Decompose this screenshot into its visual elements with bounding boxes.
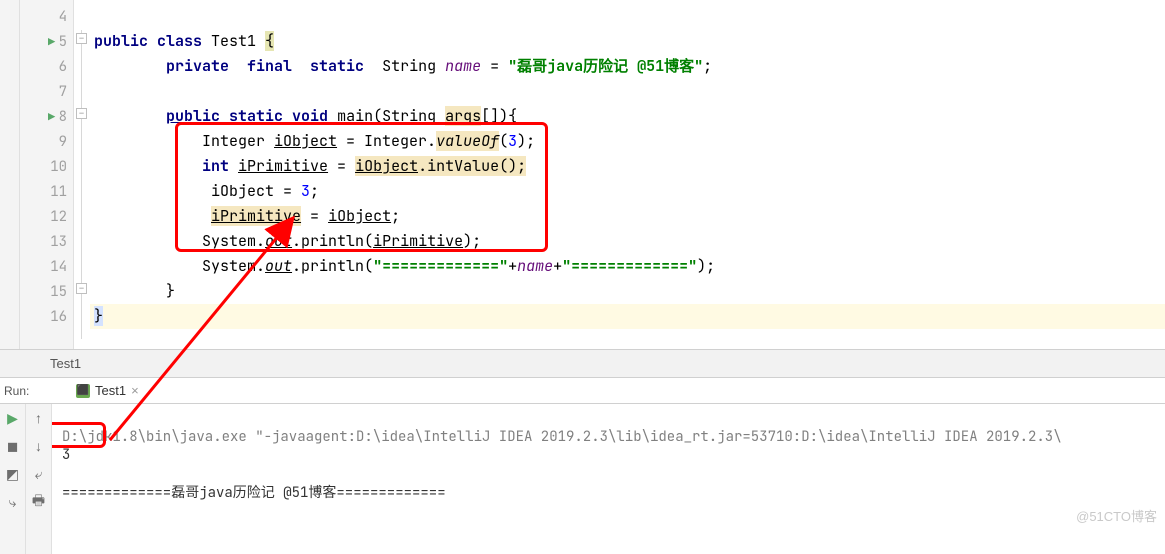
- line-number: 10: [50, 158, 67, 176]
- code-line: [90, 4, 1165, 29]
- wrap-button[interactable]: ⤶: [29, 464, 49, 484]
- fold-strip[interactable]: − − −: [74, 0, 90, 349]
- line-number: 12: [50, 208, 67, 226]
- line-number: 15: [50, 283, 67, 301]
- fold-toggle-icon[interactable]: −: [76, 108, 87, 119]
- line-number: 8: [59, 108, 67, 126]
- code-line: System.out.println(iPrimitive);: [90, 229, 1165, 254]
- run-config-tab[interactable]: ⬛ Test1 ×: [70, 381, 145, 400]
- line-number: 9: [59, 133, 67, 151]
- left-tool-strip: [0, 0, 20, 349]
- code-line: iPrimitive = iObject;: [90, 204, 1165, 229]
- dump-button[interactable]: ◩: [3, 464, 23, 484]
- line-number: 7: [59, 83, 67, 101]
- gutter[interactable]: 4 ▶5 6 7 ▶8 9 10 11 12 13 14 15 16: [20, 0, 74, 349]
- console-line: 3: [62, 446, 70, 464]
- line-number: 6: [59, 58, 67, 76]
- code-line: private final static String name = "磊哥ja…: [90, 54, 1165, 79]
- run-tool-col-1: ▶ ◼ ◩ ⤷: [0, 404, 26, 554]
- up-button[interactable]: ↑: [29, 408, 49, 428]
- active-tab[interactable]: Test1: [50, 356, 81, 371]
- print-button[interactable]: 🖶: [29, 492, 49, 512]
- console-line: =============磊哥java历险记 @51博客============…: [62, 484, 446, 502]
- fold-toggle-icon[interactable]: −: [76, 283, 87, 294]
- code-line: }: [90, 304, 1165, 329]
- console-cmd: D:\jdk1.8\bin\java.exe "-javaagent:D:\id…: [62, 428, 1062, 446]
- code-line: public static void main(String args[]){: [90, 104, 1165, 129]
- editor-area: 4 ▶5 6 7 ▶8 9 10 11 12 13 14 15 16 − − −…: [0, 0, 1165, 350]
- rerun-button[interactable]: ▶: [3, 408, 23, 428]
- line-number: 13: [50, 233, 67, 251]
- run-panel: ▶ ◼ ◩ ⤷ ↑ ↓ ⤶ 🖶 D:\jdk1.8\bin\java.exe "…: [0, 404, 1165, 554]
- run-tab-label: Test1: [95, 383, 126, 398]
- code-line: int iPrimitive = iObject.intValue();: [90, 154, 1165, 179]
- run-header: ⬛ Test1 ×: [0, 378, 1165, 404]
- run-gutter-icon[interactable]: ▶: [48, 34, 55, 50]
- close-icon[interactable]: ×: [131, 383, 139, 398]
- console-output[interactable]: D:\jdk1.8\bin\java.exe "-javaagent:D:\id…: [52, 404, 1165, 554]
- run-tool-col-2: ↑ ↓ ⤶ 🖶: [26, 404, 52, 554]
- line-number: 14: [50, 258, 67, 276]
- code-line: [90, 79, 1165, 104]
- line-number: 5: [59, 33, 67, 51]
- line-number: 16: [50, 308, 67, 326]
- code-line: }: [90, 279, 1165, 304]
- run-label: Run:: [4, 384, 29, 398]
- run-gutter-icon[interactable]: ▶: [48, 109, 55, 125]
- watermark: @51CTO博客: [1076, 506, 1157, 525]
- code-line: Integer iObject = Integer.valueOf(3);: [90, 129, 1165, 154]
- exit-button[interactable]: ⤷: [3, 492, 23, 512]
- code-line: public class Test1 {: [90, 29, 1165, 54]
- line-number: 11: [50, 183, 67, 201]
- down-button[interactable]: ↓: [29, 436, 49, 456]
- editor-tabs-bar: Test1: [0, 350, 1165, 378]
- line-number: 4: [59, 8, 67, 26]
- code-line: System.out.println("============="+name+…: [90, 254, 1165, 279]
- run-config-icon: ⬛: [76, 384, 90, 398]
- fold-toggle-icon[interactable]: −: [76, 33, 87, 44]
- code-line: iObject = 3;: [90, 179, 1165, 204]
- code-editor[interactable]: public class Test1 { private final stati…: [90, 0, 1165, 349]
- stop-button[interactable]: ◼: [3, 436, 23, 456]
